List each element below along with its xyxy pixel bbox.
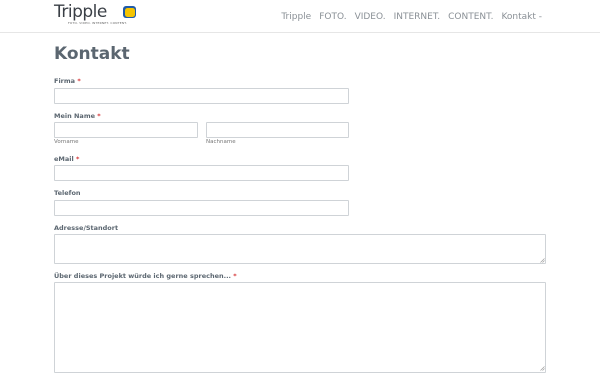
- last-name-field[interactable]: [206, 122, 349, 138]
- page-title: Kontakt: [54, 44, 130, 64]
- required-marker: *: [233, 272, 237, 280]
- telefon-label-text: Telefon: [54, 189, 81, 197]
- site-header: Tripple FOTO. VIDEO. INTERNET. CONTENT. …: [0, 0, 600, 33]
- adresse-textarea[interactable]: [54, 234, 546, 264]
- first-name-sublabel: Vorname: [54, 139, 79, 145]
- required-marker: *: [76, 155, 80, 163]
- main-nav: Tripple FOTO. VIDEO. INTERNET. CONTENT. …: [273, 12, 542, 23]
- nav-item-kontakt[interactable]: Kontakt -: [501, 12, 542, 23]
- firma-label-text: Firma: [54, 77, 76, 85]
- name-label: Mein Name *: [54, 112, 101, 120]
- logo-wordmark: Tripple: [54, 2, 107, 22]
- logo-mark-icon: [123, 6, 136, 18]
- telefon-label: Telefon: [54, 189, 81, 197]
- required-marker: *: [97, 112, 101, 120]
- projekt-textarea[interactable]: [54, 282, 546, 373]
- adresse-label: Adresse/Standort: [54, 224, 118, 232]
- nav-item-tripple[interactable]: Tripple: [281, 12, 311, 23]
- last-name-sublabel: Nachname: [206, 139, 236, 145]
- logo-tagline: FOTO. VIDEO. INTERNET. CONTENT.: [68, 21, 128, 25]
- projekt-label: Über dieses Projekt würde ich gerne spre…: [54, 272, 237, 280]
- email-field[interactable]: [54, 165, 349, 181]
- nav-item-foto[interactable]: FOTO.: [319, 12, 346, 23]
- site-logo[interactable]: Tripple FOTO. VIDEO. INTERNET. CONTENT.: [54, 3, 144, 27]
- nav-item-video[interactable]: VIDEO.: [355, 12, 386, 23]
- resize-grip-icon[interactable]: [540, 258, 545, 263]
- name-label-text: Mein Name: [54, 112, 96, 120]
- first-name-field[interactable]: [54, 122, 198, 138]
- nav-item-internet[interactable]: INTERNET.: [394, 12, 441, 23]
- email-label-text: eMail: [54, 155, 74, 163]
- telefon-field[interactable]: [54, 200, 349, 216]
- firma-label: Firma *: [54, 77, 81, 85]
- email-label: eMail *: [54, 155, 79, 163]
- required-marker: *: [77, 77, 81, 85]
- projekt-label-text: Über dieses Projekt würde ich gerne spre…: [54, 272, 232, 280]
- adresse-label-text: Adresse/Standort: [54, 224, 119, 232]
- nav-item-content[interactable]: CONTENT.: [448, 12, 493, 23]
- resize-grip-icon[interactable]: [540, 366, 545, 371]
- firma-field[interactable]: [54, 88, 349, 104]
